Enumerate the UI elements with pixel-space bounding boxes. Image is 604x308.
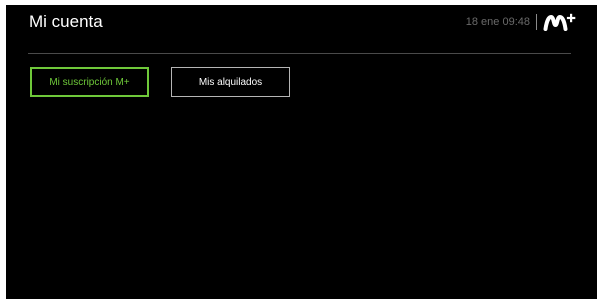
header-separator xyxy=(536,14,537,30)
status-area: 18 ene 09:48 xyxy=(466,12,577,32)
tab-label: Mis alquilados xyxy=(198,76,263,88)
page-title: Mi cuenta xyxy=(29,12,103,31)
tab-label: Mi suscripción M+ xyxy=(49,76,130,88)
header-divider xyxy=(28,53,571,54)
account-screen: Mi cuenta 18 ene 09:48 Mi suscripción M+… xyxy=(6,5,597,299)
datetime-label: 18 ene 09:48 xyxy=(465,16,530,28)
tab-mis-alquilados[interactable]: Mis alquilados xyxy=(171,67,290,97)
movistar-m-plus-logo-icon xyxy=(543,12,577,32)
tab-mi-suscripcion[interactable]: Mi suscripción M+ xyxy=(30,67,149,97)
